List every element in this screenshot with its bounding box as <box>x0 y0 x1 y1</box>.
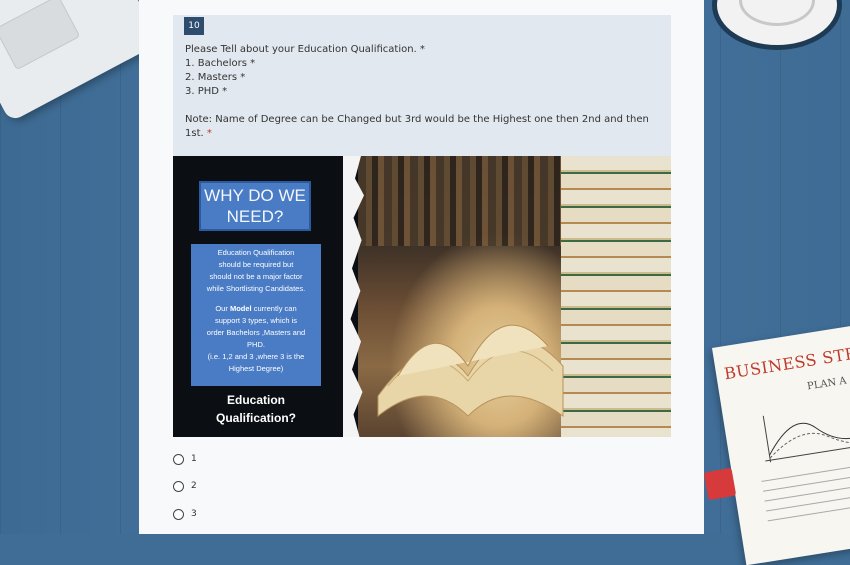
edu-title-line2: Qualification? <box>215 411 296 425</box>
info-line: should not be a major factor <box>209 272 303 281</box>
question-number-badge: 10 <box>184 17 204 35</box>
question-image: WHY DO WE NEED? Education Qualification … <box>173 156 671 437</box>
question-line: 3. PHD * <box>185 86 228 97</box>
question-line: 2. Masters * <box>185 72 246 83</box>
info-line: should be required but <box>218 260 294 269</box>
question-note: Note: Name of Degree can be Changed but … <box>185 113 665 141</box>
option-label: 3 <box>191 509 197 519</box>
info-line: (i.e. 1,2 and 3 ,where 3 is the <box>207 352 305 361</box>
info-line: while Shortlisting Candidates. <box>206 284 306 293</box>
info-word: currently can <box>253 304 297 313</box>
education-qualification-title: Education Qualification? <box>191 391 321 427</box>
open-book <box>377 324 564 418</box>
info-bold-word: Model <box>229 304 252 313</box>
option-label: 2 <box>191 481 197 491</box>
info-box: Education Qualification should be requir… <box>191 244 321 386</box>
edu-title-line1: Education <box>226 393 285 407</box>
books-photo <box>358 156 671 437</box>
option-label: 1 <box>191 454 197 464</box>
question-line: 1. Bachelors * <box>185 58 256 69</box>
question-line: Please Tell about your Education Qualifi… <box>185 44 425 55</box>
info-line: support 3 types, which is <box>214 316 298 325</box>
info-word: Our <box>215 304 228 313</box>
info-line: Highest Degree) <box>228 364 284 373</box>
notebook-subtitle: PLAN A <box>806 375 848 393</box>
info-line: order Bachelors ,Masters and <box>206 328 306 337</box>
info-line: PHD. <box>247 340 265 349</box>
required-asterisk: * <box>206 128 212 139</box>
option-1[interactable]: 1 <box>173 452 197 466</box>
info-line: Education Qualification <box>217 248 295 257</box>
touchpad <box>0 0 81 71</box>
notebook-sketch-graph <box>762 415 850 463</box>
question-text: Please Tell about your Education Qualifi… <box>185 43 665 141</box>
why-heading-line1: WHY DO WE <box>204 186 306 205</box>
radio-button[interactable] <box>173 480 184 492</box>
info-line: Our Model currently can <box>193 303 319 315</box>
binder-clip <box>703 467 737 501</box>
option-2[interactable]: 2 <box>173 479 197 493</box>
why-heading-box: WHY DO WE NEED? <box>199 181 311 231</box>
book-stack <box>561 156 671 437</box>
why-heading-line2: NEED? <box>226 207 284 226</box>
radio-button[interactable] <box>173 453 184 465</box>
note-text: Note: Name of Degree can be Changed but … <box>185 114 649 139</box>
radio-button[interactable] <box>173 508 184 520</box>
option-3[interactable]: 3 <box>173 507 197 521</box>
cup-rim <box>739 0 815 26</box>
